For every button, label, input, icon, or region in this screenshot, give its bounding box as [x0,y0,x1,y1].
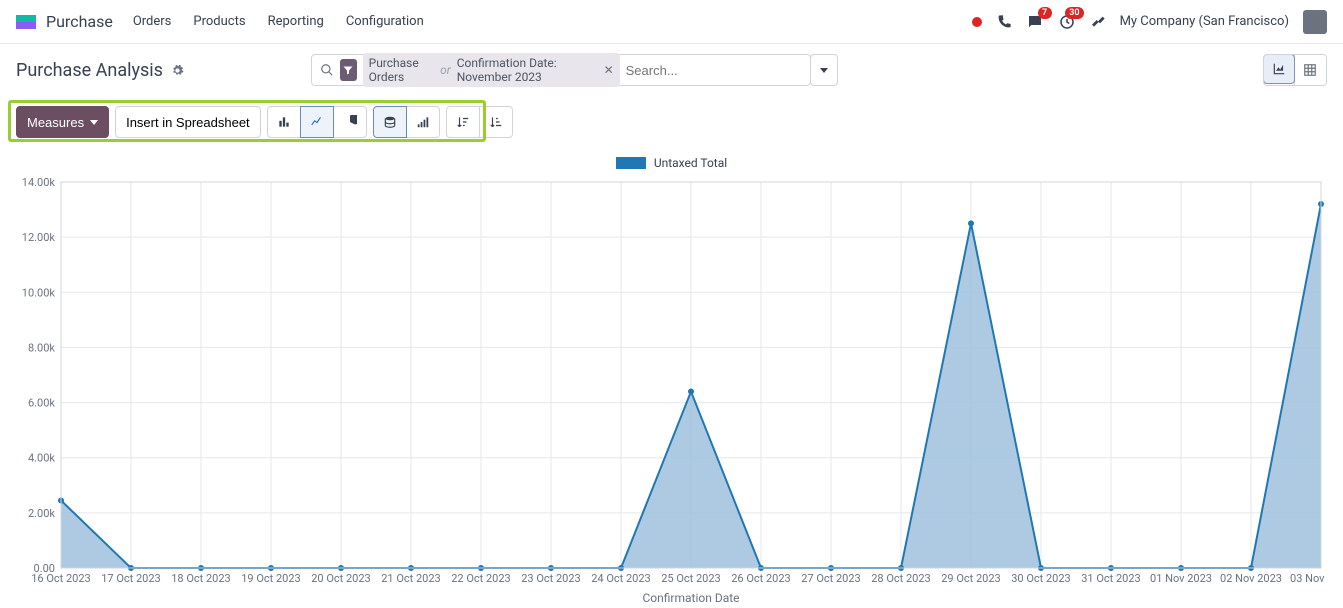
search-facet: Purchase Orders or Confirmation Date: No… [363,53,620,87]
sort-group [446,106,513,138]
navbar: Purchase Orders Products Reporting Confi… [0,0,1343,44]
search-icon [320,63,334,77]
chart-area: Untaxed Total 0.002.00k4.00k6.00k8.00k10… [0,148,1343,608]
svg-text:28 Oct 2023: 28 Oct 2023 [871,572,930,585]
svg-text:22 Oct 2023: 22 Oct 2023 [451,572,510,585]
chart-canvas: 0.002.00k4.00k6.00k8.00k10.00k12.00k14.0… [16,174,1327,604]
bar-chart-button[interactable] [267,106,301,138]
activities-badge: 30 [1065,7,1083,19]
svg-text:Confirmation Date: Confirmation Date [642,591,739,604]
search-input[interactable] [626,63,802,78]
svg-text:21 Oct 2023: 21 Oct 2023 [381,572,440,585]
phone-icon[interactable] [996,14,1012,30]
svg-text:6.00k: 6.00k [28,397,55,410]
svg-text:16 Oct 2023: 16 Oct 2023 [31,572,90,585]
pie-chart-button[interactable] [333,106,367,138]
svg-text:2.00k: 2.00k [28,507,55,520]
svg-text:26 Oct 2023: 26 Oct 2023 [731,572,790,585]
search-wrap: Purchase Orders or Confirmation Date: No… [311,54,838,86]
messages-badge: 7 [1038,7,1052,19]
nav-orders[interactable]: Orders [133,14,172,29]
svg-text:14.00k: 14.00k [22,176,56,189]
facet-or: or [438,63,453,77]
gear-icon[interactable] [171,64,184,77]
svg-text:27 Oct 2023: 27 Oct 2023 [801,572,860,585]
sort-desc-button[interactable] [446,106,480,138]
line-chart-button[interactable] [300,106,334,138]
svg-text:12.00k: 12.00k [22,231,56,244]
svg-text:4.00k: 4.00k [28,452,55,465]
activities-icon[interactable]: 30 [1058,13,1076,31]
tools-icon[interactable] [1090,14,1106,30]
legend-label: Untaxed Total [654,156,727,170]
svg-text:02 Nov 2023: 02 Nov 2023 [1220,572,1282,585]
page-title: Purchase Analysis [16,60,163,81]
app-icon[interactable] [16,15,36,29]
svg-text:18 Oct 2023: 18 Oct 2023 [171,572,230,585]
breadcrumb-bar: Purchase Analysis Purchase Orders or Con… [0,44,1343,96]
svg-text:24 Oct 2023: 24 Oct 2023 [591,572,650,585]
search-box[interactable]: Purchase Orders or Confirmation Date: No… [311,54,811,86]
svg-text:17 Oct 2023: 17 Oct 2023 [101,572,160,585]
user-avatar[interactable] [1303,10,1327,34]
toolbar-wrap: Measures Insert in Spreadsheet [0,96,1343,148]
measures-button[interactable]: Measures [16,106,109,138]
svg-text:10.00k: 10.00k [22,286,56,299]
svg-text:03 Nov 2023: 03 Nov 2023 [1290,572,1327,585]
svg-text:29 Oct 2023: 29 Oct 2023 [941,572,1000,585]
svg-text:19 Oct 2023: 19 Oct 2023 [241,572,300,585]
svg-text:30 Oct 2023: 30 Oct 2023 [1011,572,1070,585]
svg-text:23 Oct 2023: 23 Oct 2023 [521,572,580,585]
sort-asc-button[interactable] [479,106,513,138]
nav-reporting[interactable]: Reporting [268,14,324,29]
facet-second: Confirmation Date: November 2023 [457,56,596,84]
chevron-down-icon [90,120,98,125]
company-switcher[interactable]: My Company (San Francisco) [1120,14,1289,29]
nav-right: 7 30 My Company (San Francisco) [972,10,1327,34]
graph-view-button[interactable] [1263,54,1295,84]
stacked-button[interactable] [373,106,407,138]
chart-type-group [267,106,367,138]
insert-spreadsheet-button[interactable]: Insert in Spreadsheet [115,106,261,138]
facet-main: Purchase Orders [369,56,435,84]
nav-menu: Orders Products Reporting Configuration [133,14,424,29]
svg-text:8.00k: 8.00k [28,341,55,354]
status-dot-icon[interactable] [972,17,982,27]
facet-remove-icon[interactable]: ✕ [600,63,614,77]
filter-icon[interactable] [340,59,357,81]
legend-swatch [616,157,646,169]
chart-legend: Untaxed Total [16,156,1327,170]
chart-modifier-group [373,106,440,138]
measures-label: Measures [27,115,84,130]
pivot-view-button[interactable] [1294,55,1326,85]
search-options-toggle[interactable] [810,54,838,86]
app-name[interactable]: Purchase [46,12,113,31]
view-switcher [1263,54,1327,86]
chevron-down-icon [820,68,828,73]
nav-products[interactable]: Products [193,14,245,29]
cumulative-button[interactable] [406,106,440,138]
svg-text:20 Oct 2023: 20 Oct 2023 [311,572,370,585]
svg-text:31 Oct 2023: 31 Oct 2023 [1081,572,1140,585]
toolbar: Measures Insert in Spreadsheet [10,102,1333,142]
nav-configuration[interactable]: Configuration [346,14,424,29]
svg-text:01 Nov 2023: 01 Nov 2023 [1150,572,1212,585]
svg-text:25 Oct 2023: 25 Oct 2023 [661,572,720,585]
messages-icon[interactable]: 7 [1026,13,1044,31]
